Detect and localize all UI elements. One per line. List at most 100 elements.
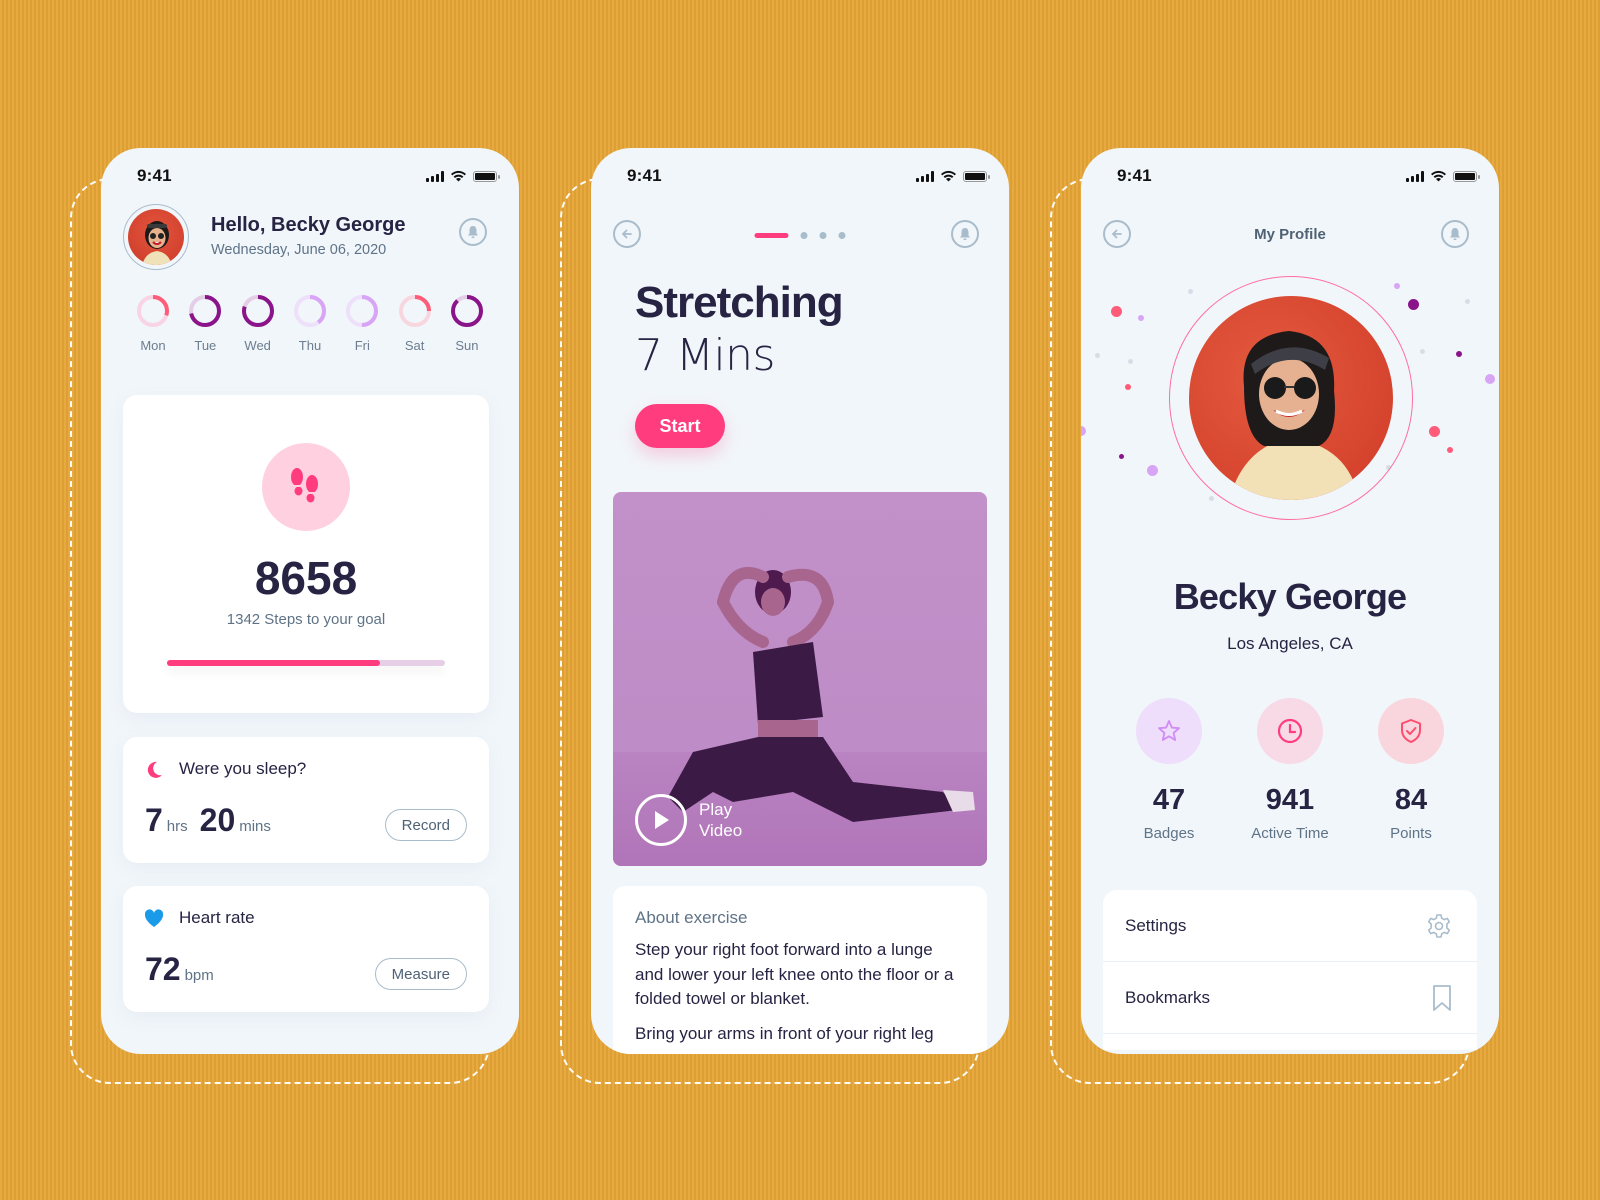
play-video-control[interactable]: Play Video xyxy=(635,794,749,846)
day-ring-wed[interactable]: Wed xyxy=(236,294,280,353)
status-time: 9:41 xyxy=(627,166,662,185)
decor-dot xyxy=(1209,496,1214,501)
activity-ring xyxy=(137,295,169,327)
measure-button[interactable]: Measure xyxy=(374,958,467,990)
bell-icon xyxy=(1450,228,1460,240)
about-exercise-title: About exercise xyxy=(635,908,748,927)
about-paragraph: Step your right foot forward into a lung… xyxy=(635,940,954,1008)
play-icon xyxy=(655,811,669,829)
record-button[interactable]: Record xyxy=(384,809,467,841)
signal-icon xyxy=(1406,170,1424,182)
notification-button[interactable] xyxy=(951,220,979,248)
greeting-title: Hello, Becky George xyxy=(211,214,406,236)
day-label: Fri xyxy=(354,338,370,353)
heart-rate-title: Heart rate xyxy=(179,908,255,927)
greeting-date: Wednesday, June 06, 2020 xyxy=(211,242,387,258)
stat-value: 47 xyxy=(1152,784,1186,816)
day-ring-sat[interactable]: Sat xyxy=(393,294,437,353)
profile-photo[interactable] xyxy=(1189,296,1393,500)
day-label: Tue xyxy=(194,338,217,353)
steps-progress-fill xyxy=(167,660,380,666)
heart-icon xyxy=(144,909,164,927)
page-indicator-active[interactable] xyxy=(754,233,789,238)
decor-dot xyxy=(1447,447,1453,453)
avatar-portrait xyxy=(142,221,172,265)
stat-icon-bg xyxy=(1257,698,1323,764)
stat-icon-bg xyxy=(1378,698,1444,764)
activity-ring xyxy=(450,295,483,327)
profile-location: Los Angeles, CA xyxy=(1227,634,1353,653)
page-indicator xyxy=(754,232,846,239)
back-arrow-icon xyxy=(622,229,632,239)
phone-profile: 9:41 My Profile Becky George Los Angeles… xyxy=(1081,148,1499,1054)
sleep-minutes-unit: mins xyxy=(239,818,271,835)
stat-label: Points xyxy=(1390,825,1432,842)
steps-count: 8658 xyxy=(254,552,358,604)
decor-dot xyxy=(1125,384,1131,390)
day-label: Mon xyxy=(140,338,166,353)
signal-icon xyxy=(916,170,934,182)
bpm-unit: bpm xyxy=(184,967,214,984)
notification-button[interactable] xyxy=(1441,220,1469,248)
profile-stats: 47 Badges 941 Active Time 84 Points xyxy=(1103,698,1477,842)
day-ring-thu[interactable]: Thu xyxy=(288,294,332,353)
steps-card: 8658 1342 Steps to your goal xyxy=(123,395,489,713)
back-button[interactable] xyxy=(613,220,641,248)
sleep-duration: 7 hrs 20 mins xyxy=(145,802,279,839)
sleep-title: Were you sleep? xyxy=(179,759,307,778)
exercise-video[interactable]: Play Video xyxy=(613,492,987,866)
start-button[interactable]: Start xyxy=(635,404,725,448)
stat-points[interactable]: 84 Points xyxy=(1361,698,1461,842)
battery-icon xyxy=(473,170,500,182)
stat-badges[interactable]: 47 Badges xyxy=(1119,698,1219,842)
page-indicator-dot[interactable] xyxy=(800,232,808,239)
day-ring-fri[interactable]: Fri xyxy=(340,294,384,353)
bell-icon xyxy=(468,226,478,238)
decor-dot xyxy=(1420,349,1425,354)
decor-dot xyxy=(1429,426,1440,437)
decor-dot xyxy=(1138,315,1144,321)
menu-item-settings[interactable]: Settings xyxy=(1103,890,1477,962)
wifi-icon xyxy=(941,170,956,182)
page-indicator-dot[interactable] xyxy=(819,232,827,239)
decor-dot xyxy=(1188,289,1193,294)
user-avatar[interactable] xyxy=(123,204,189,270)
decor-dot xyxy=(1147,465,1158,476)
day-ring-tue[interactable]: Tue xyxy=(183,294,227,353)
stat-label: Badges xyxy=(1143,825,1195,842)
signal-icon xyxy=(426,170,444,182)
sleep-hours-unit: hrs xyxy=(166,818,188,835)
exercise-duration: 7 Mins xyxy=(635,330,775,381)
play-button[interactable] xyxy=(635,794,687,846)
steps-remaining: 1342 Steps to your goal xyxy=(226,611,386,628)
day-ring-sun[interactable]: Sun xyxy=(445,294,489,353)
sleep-card: Were you sleep? 7 hrs 20 mins Record xyxy=(123,737,489,863)
decor-dot xyxy=(1408,299,1419,310)
decor-dot xyxy=(1465,299,1470,304)
activity-ring xyxy=(346,295,379,327)
status-time: 9:41 xyxy=(137,166,172,185)
stat-active-time[interactable]: 941 Active Time xyxy=(1240,698,1340,842)
exercise-title: Stretching xyxy=(635,278,844,327)
page-title: My Profile xyxy=(1254,226,1326,243)
day-label: Thu xyxy=(298,338,322,353)
bpm-value: 72 xyxy=(145,951,181,987)
day-ring-mon[interactable]: Mon xyxy=(131,294,175,353)
sleep-hours: 7 xyxy=(145,802,163,838)
menu-item-bookmarks[interactable]: Bookmarks xyxy=(1103,962,1477,1034)
status-time: 9:41 xyxy=(1117,166,1152,185)
status-bar: 9:41 xyxy=(1117,164,1480,188)
gear-icon xyxy=(1427,913,1451,938)
profile-menu: Settings Bookmarks xyxy=(1103,890,1477,1050)
about-paragraph: Bring your arms in front of your right l… xyxy=(635,1023,934,1043)
battery-icon xyxy=(1453,170,1480,182)
phone-dashboard: 9:41 Hello, Becky George Wednesday, June… xyxy=(101,148,519,1054)
steps-icon-badge xyxy=(262,443,350,531)
phone-exercise: 9:41 Stretching 7 Mins Start Play Video … xyxy=(591,148,1009,1054)
menu-item-label: Settings xyxy=(1125,915,1187,935)
steps-progress-bar xyxy=(167,660,445,666)
page-indicator-dot[interactable] xyxy=(838,232,846,239)
heart-rate-card: Heart rate 72 bpm Measure xyxy=(123,886,489,1012)
notification-button[interactable] xyxy=(459,218,487,246)
menu-item-label: Bookmarks xyxy=(1125,987,1211,1007)
